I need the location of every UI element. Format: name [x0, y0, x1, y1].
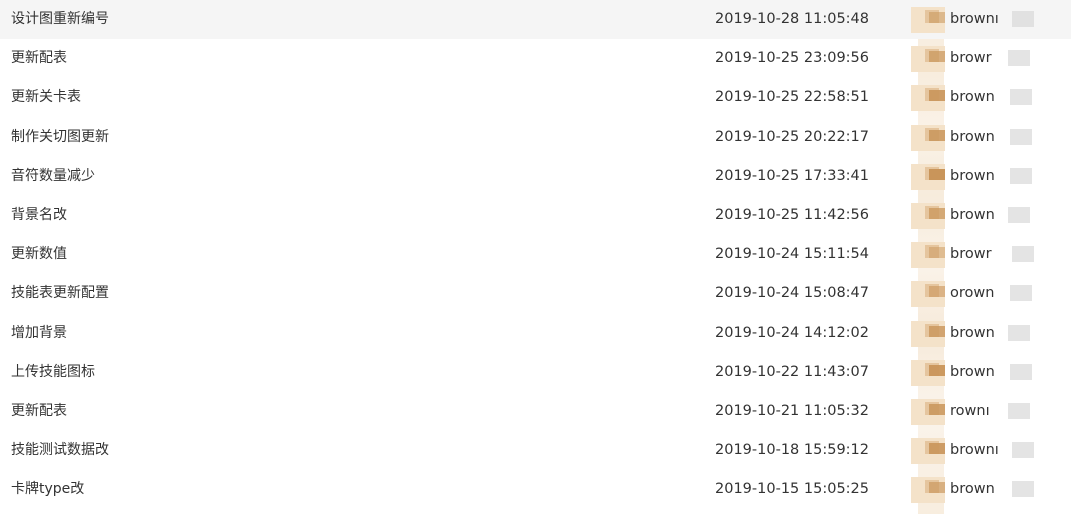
author-avatar — [911, 46, 945, 73]
commit-author: browr — [950, 246, 992, 263]
commit-row[interactable]: 卡牌type改 2019-10-15 15:05:25 brown — [0, 470, 1071, 509]
commit-row[interactable]: 音符数量减少 2019-10-25 17:33:41 brown — [0, 157, 1071, 196]
commit-message: 更新数值 — [11, 246, 67, 263]
commit-message: 卡牌type改 — [11, 481, 85, 498]
author-name-redaction — [1008, 50, 1030, 67]
commit-message: 上传技能图标 — [11, 363, 95, 380]
author-name-redaction — [1012, 11, 1034, 27]
commit-message: 更新配表 — [11, 403, 67, 419]
commit-row[interactable]: 上传技能图标 2019-10-22 11:43:07 brown — [0, 353, 1071, 392]
commit-author: brown — [950, 207, 995, 223]
author-avatar — [911, 242, 945, 269]
author-avatar — [911, 124, 945, 151]
commit-author: brown — [950, 128, 995, 145]
commit-date: 2019-10-25 22:58:51 — [715, 89, 869, 106]
commit-row[interactable]: 更新配表 2019-10-21 11:05:32 rownı — [0, 392, 1071, 431]
author-name-redaction — [1010, 285, 1032, 302]
commit-message: 背景名改 — [11, 207, 67, 223]
author-name-redaction — [1008, 207, 1030, 223]
commit-row[interactable]: 制作关切图更新 2019-10-25 20:22:17 brown — [0, 118, 1071, 157]
commit-row[interactable]: 设计图重新编号 2019-10-28 11:05:48 brownı — [0, 0, 1071, 39]
commit-author: browr — [950, 50, 992, 67]
commit-author: brownı — [950, 442, 999, 459]
commit-row[interactable]: 更新配表 2019-10-25 23:09:56 browr — [0, 39, 1071, 78]
author-name-redaction — [1012, 246, 1034, 263]
author-avatar — [911, 203, 945, 229]
commit-message: 更新关卡表 — [11, 89, 81, 106]
commit-log-list: 设计图重新编号 2019-10-28 11:05:48 brownı 更新配表 2019… — [0, 0, 1071, 514]
author-avatar — [911, 281, 945, 308]
author-avatar — [911, 320, 945, 347]
commit-date: 2019-10-24 14:12:02 — [715, 324, 869, 341]
commit-author: brown — [950, 324, 995, 341]
commit-author: brown — [950, 89, 995, 106]
commit-date: 2019-10-24 15:08:47 — [715, 285, 869, 302]
author-name-redaction — [1010, 363, 1032, 380]
commit-row[interactable]: 增加背景 2019-10-24 14:12:02 brown — [0, 314, 1071, 353]
author-name-redaction — [1010, 167, 1032, 184]
commit-row[interactable]: 更新关卡表 2019-10-25 22:58:51 brown — [0, 78, 1071, 117]
author-avatar — [911, 7, 945, 33]
author-name-redaction — [1012, 442, 1034, 459]
commit-author: orown — [950, 285, 995, 302]
commit-date: 2019-10-25 23:09:56 — [715, 50, 869, 67]
commit-message: 更新配表 — [11, 50, 67, 67]
author-name-redaction — [1010, 89, 1032, 106]
author-name-redaction — [1008, 324, 1030, 341]
commit-author: brown — [950, 167, 995, 184]
commit-message: 设计图重新编号 — [11, 11, 109, 27]
commit-row[interactable]: 背景名改 2019-10-25 11:42:56 brown — [0, 196, 1071, 235]
commit-date: 2019-10-21 11:05:32 — [715, 403, 869, 419]
commit-row[interactable]: 更新数值 2019-10-24 15:11:54 browr — [0, 235, 1071, 274]
author-avatar — [911, 399, 945, 425]
commit-author: brown — [950, 481, 995, 498]
author-name-redaction — [1010, 128, 1032, 145]
commit-message: 技能测试数据改 — [11, 442, 109, 459]
commit-message: 音符数量减少 — [11, 167, 95, 184]
commit-date: 2019-10-25 20:22:17 — [715, 128, 869, 145]
author-avatar — [911, 85, 945, 112]
commit-date: 2019-10-25 17:33:41 — [715, 167, 869, 184]
commit-date: 2019-10-24 15:11:54 — [715, 246, 869, 263]
author-avatar — [911, 477, 945, 504]
commit-date: 2019-10-25 11:42:56 — [715, 207, 869, 223]
commit-row[interactable]: 技能测试数据改 2019-10-18 15:59:12 brownı — [0, 431, 1071, 470]
commit-message: 增加背景 — [11, 324, 67, 341]
commit-author: brownı — [950, 11, 999, 27]
commit-message: 技能表更新配置 — [11, 285, 109, 302]
commit-author: brown — [950, 363, 995, 380]
commit-author: rownı — [950, 403, 990, 419]
commit-row[interactable]: 技能表更新配置 2019-10-24 15:08:47 orown — [0, 274, 1071, 313]
commit-date: 2019-10-18 15:59:12 — [715, 442, 869, 459]
commit-message: 制作关切图更新 — [11, 128, 109, 145]
author-name-redaction — [1008, 403, 1030, 419]
commit-date: 2019-10-15 15:05:25 — [715, 481, 869, 498]
author-name-redaction — [1012, 481, 1034, 498]
author-avatar — [911, 163, 945, 190]
author-avatar — [911, 438, 945, 465]
author-avatar — [911, 359, 945, 386]
commit-date: 2019-10-28 11:05:48 — [715, 11, 869, 27]
commit-date: 2019-10-22 11:43:07 — [715, 363, 869, 380]
